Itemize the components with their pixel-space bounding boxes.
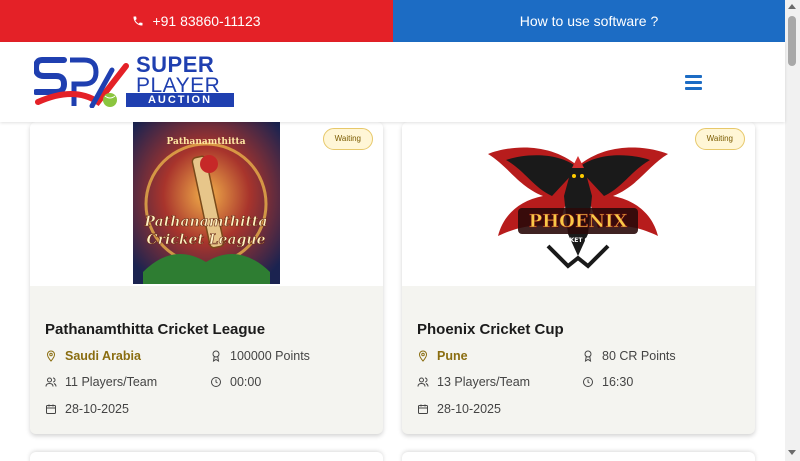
page-scrollbar[interactable] [785, 0, 800, 461]
tournament-card-next[interactable] [30, 452, 383, 461]
tournament-title[interactable]: Phoenix Cricket Cup [417, 321, 564, 338]
top-bar: +91 83860-11123 How to use software ? [0, 0, 785, 42]
date-text: 28-10-2025 [65, 402, 129, 416]
phoenix-logo-image: PHOENIX CRICKET CLUB [488, 147, 668, 269]
brand-logo[interactable]: SUPER PLAYER AUCTION [34, 54, 236, 110]
how-to-use-link[interactable]: How to use software ? [393, 0, 785, 42]
logo-mark [34, 57, 129, 108]
players-text: 13 Players/Team [437, 375, 531, 389]
time-text: 16:30 [602, 375, 634, 389]
menu-bar [685, 81, 702, 84]
logo-word-auction: AUCTION [126, 93, 234, 107]
award-icon [584, 350, 592, 362]
tournament-points: 100000 Points [210, 349, 310, 363]
image-caption-sub: CRICKET CLUB [554, 237, 602, 244]
location-text: Pune [437, 349, 468, 363]
users-icon [417, 377, 429, 387]
location-pin-icon [418, 350, 428, 362]
tournament-points: 80 CR Points [582, 349, 676, 363]
date-text: 28-10-2025 [437, 402, 501, 416]
tournament-card-next[interactable] [402, 452, 755, 461]
menu-bar [685, 87, 702, 90]
scroll-up-icon[interactable] [788, 4, 796, 9]
points-text: 80 CR Points [602, 349, 676, 363]
tournament-players: 13 Players/Team [417, 375, 530, 389]
calendar-icon [418, 404, 428, 414]
scroll-down-icon[interactable] [788, 450, 796, 455]
tournament-location: Pune [417, 349, 468, 363]
site-header: SUPER PLAYER AUCTION [0, 42, 785, 122]
clock-icon [211, 377, 221, 387]
tournament-title[interactable]: Pathanamthitta Cricket League [45, 321, 265, 338]
phone-link[interactable]: +91 83860-11123 [0, 0, 393, 42]
clock-icon [583, 377, 593, 387]
players-text: 11 Players/Team [65, 375, 158, 389]
phone-number: +91 83860-11123 [152, 13, 261, 29]
logo-word-super: SUPER [136, 52, 215, 77]
location-pin-icon [46, 350, 56, 362]
page: +91 83860-11123 How to use software ? SU… [0, 0, 800, 461]
points-text: 100000 Points [230, 349, 310, 363]
calendar-icon [46, 404, 56, 414]
image-caption-main: PHOENIX [529, 211, 628, 232]
image-caption-bottom: Cricket League [146, 232, 265, 248]
tournament-time: 16:30 [582, 375, 633, 389]
tournament-location: Saudi Arabia [45, 349, 141, 363]
tournament-players: 11 Players/Team [45, 375, 157, 389]
award-icon [212, 350, 220, 362]
tournament-date: 28-10-2025 [45, 402, 129, 416]
scrollbar-thumb[interactable] [788, 16, 796, 66]
status-badge: Waiting [322, 128, 373, 150]
tournament-date: 28-10-2025 [417, 402, 501, 416]
tournament-card[interactable]: PHOENIX CRICKET CLUB Waiting Phoenix Cri… [402, 122, 755, 434]
time-text: 00:00 [230, 375, 262, 389]
image-caption-top: Pathanamthitta [166, 137, 245, 147]
status-badge: Waiting [694, 128, 745, 150]
location-text: Saudi Arabia [65, 349, 141, 363]
hamburger-icon[interactable] [685, 75, 702, 90]
menu-bar [685, 75, 702, 78]
tournament-time: 00:00 [210, 375, 261, 389]
users-icon [45, 377, 57, 387]
phone-icon [133, 16, 143, 26]
league-logo-image: Pathanamthitta Pathanamthitta Cricket Le… [133, 122, 280, 284]
image-caption-mid: Pathanamthitta [144, 214, 268, 230]
tournament-card[interactable]: Pathanamthitta Pathanamthitta Cricket Le… [30, 122, 383, 434]
